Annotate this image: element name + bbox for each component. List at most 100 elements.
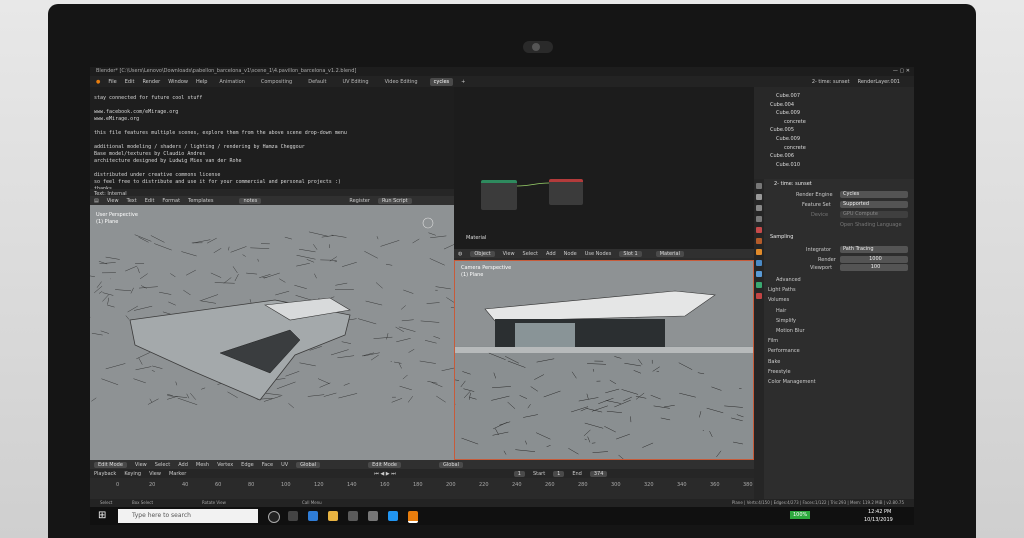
register-checkbox[interactable]: Register [349, 198, 370, 204]
panel-header[interactable]: Advanced [776, 277, 801, 283]
timeline-playback-menu[interactable]: Playback [94, 471, 116, 477]
windows-start-icon[interactable]: ⊞ [98, 510, 106, 521]
menu-edit[interactable]: Edit [125, 79, 135, 85]
device-dropdown[interactable]: GPU Compute [840, 211, 908, 218]
integrator-dropdown[interactable]: Path Tracing [840, 246, 908, 253]
tool-tab-icon[interactable] [756, 183, 762, 189]
end-frame-field[interactable]: 374 [589, 470, 608, 477]
viewport-camera-perspective[interactable]: Camera Perspective (1) Plane [454, 260, 754, 460]
tab-video-editing[interactable]: Video Editing [381, 78, 422, 86]
tab-uv-editing[interactable]: UV Editing [339, 78, 373, 86]
view3d-menu-mesh[interactable]: Mesh [196, 462, 209, 468]
current-frame-field[interactable]: 1 [513, 470, 525, 477]
panel-header[interactable]: Simplify [776, 318, 796, 324]
start-frame-field[interactable]: 1 [553, 470, 565, 477]
menu-render[interactable]: Render [142, 79, 160, 85]
panel-header[interactable]: Bake [768, 359, 780, 365]
view3d-menu-select[interactable]: Select [155, 462, 170, 468]
store-icon[interactable] [348, 511, 358, 521]
outliner-item[interactable]: Cube.009 [776, 136, 800, 142]
clock-time[interactable]: 12:42 PM [868, 509, 891, 515]
particles-tab-icon[interactable] [756, 271, 762, 277]
tab-animation[interactable]: Animation [215, 78, 249, 86]
slot-dropdown[interactable]: Slot 1 [619, 250, 642, 257]
navigation-gizmo-icon[interactable] [422, 217, 434, 229]
task-view-icon[interactable] [288, 511, 298, 521]
use-nodes-checkbox[interactable]: Use Nodes [585, 251, 612, 257]
panel-header[interactable]: Film [768, 338, 778, 344]
text-menu-templates[interactable]: Templates [188, 198, 213, 204]
render-samples-field[interactable]: 1000 [840, 256, 908, 263]
viewport-samples-field[interactable]: 100 [840, 264, 908, 271]
panel-header[interactable]: Performance [768, 348, 800, 354]
file-explorer-icon[interactable] [328, 511, 338, 521]
modifier-tab-icon[interactable] [756, 260, 762, 266]
node-menu-node[interactable]: Node [564, 251, 577, 257]
tab-cycles[interactable]: cycles [429, 77, 454, 86]
mail-icon[interactable] [368, 511, 378, 521]
render-tab-icon[interactable] [756, 194, 762, 200]
view3d-menu-view[interactable]: View [135, 462, 147, 468]
app-blue-icon[interactable] [388, 511, 398, 521]
menu-help[interactable]: Help [196, 79, 207, 85]
outliner-item[interactable]: Cube.007 [776, 93, 800, 99]
taskbar-search-box[interactable]: Type here to search [118, 509, 258, 523]
text-datablock-field[interactable]: notes [239, 197, 262, 204]
add-workspace-icon[interactable]: + [461, 79, 465, 85]
mode-dropdown[interactable]: Edit Mode [94, 461, 127, 468]
menu-file[interactable]: File [108, 79, 116, 85]
sampling-panel-header[interactable]: Sampling [770, 234, 793, 240]
timeline-keying-menu[interactable]: Keying [124, 471, 141, 477]
text-editor[interactable]: stay connected for future cool stuff www.… [90, 87, 454, 192]
editor-type-icon[interactable]: ▤ [94, 198, 99, 204]
right-mode-dropdown[interactable]: Edit Mode [368, 461, 402, 468]
view3d-menu-vertex[interactable]: Vertex [217, 462, 233, 468]
output-tab-icon[interactable] [756, 205, 762, 211]
osl-checkbox[interactable]: Open Shading Language [840, 222, 902, 228]
outliner-item[interactable]: Cube.004 [770, 102, 794, 108]
scene-selector[interactable]: 2- time: sunset [812, 79, 850, 85]
view3d-menu-uv[interactable]: UV [281, 462, 288, 468]
panel-header[interactable]: Light Paths [768, 287, 796, 293]
data-tab-icon[interactable] [756, 282, 762, 288]
node-editor-type-icon[interactable]: ◍ [458, 251, 462, 257]
panel-header[interactable]: Volumes [768, 297, 789, 303]
feature-set-dropdown[interactable]: Supported [840, 201, 908, 208]
node-menu-add[interactable]: Add [546, 251, 556, 257]
menu-window[interactable]: Window [168, 79, 188, 85]
timeline-ruler[interactable]: 0 20 40 60 80 100 120 140 160 180 200 220 240 260 280 3… [90, 480, 754, 499]
panel-header[interactable]: Freestyle [768, 369, 791, 375]
panel-header[interactable]: Hair [776, 308, 786, 314]
text-menu-edit[interactable]: Edit [145, 198, 155, 204]
render-engine-dropdown[interactable]: Cycles [840, 191, 908, 198]
panel-header[interactable]: Motion Blur [776, 328, 805, 334]
scene-tab-icon[interactable] [756, 227, 762, 233]
blender-taskbar-icon[interactable] [408, 511, 418, 523]
tab-default[interactable]: Default [304, 78, 330, 86]
playback-controls[interactable]: ⏮ ◀ ▶ ⏭ [374, 471, 395, 477]
window-controls[interactable]: — ▢ ✕ [893, 67, 910, 76]
view3d-menu-edge[interactable]: Edge [241, 462, 254, 468]
text-menu-text[interactable]: Text [127, 198, 137, 204]
edge-browser-icon[interactable] [308, 511, 318, 521]
panel-header[interactable]: Color Management [768, 379, 816, 385]
outliner-item[interactable]: Cube.009 [776, 110, 800, 116]
battery-indicator[interactable]: 100% [790, 511, 811, 519]
tab-compositing[interactable]: Compositing [257, 78, 296, 86]
blender-logo-icon[interactable]: ● [96, 79, 100, 85]
material-tab-icon[interactable] [756, 293, 762, 299]
outliner-item[interactable]: Cube.010 [776, 162, 800, 168]
object-tab-icon[interactable] [756, 249, 762, 255]
outliner-item[interactable]: Cube.006 [770, 153, 794, 159]
outliner[interactable]: Cube.007 Cube.004 Cube.009 concrete Cube.005… [754, 87, 914, 179]
timeline-view-menu[interactable]: View [149, 471, 161, 477]
view3d-menu-add[interactable]: Add [178, 462, 188, 468]
clock-date[interactable]: 10/13/2019 [864, 517, 893, 523]
world-tab-icon[interactable] [756, 238, 762, 244]
material-field[interactable]: Material [655, 250, 684, 257]
outliner-item[interactable]: concrete [784, 145, 806, 151]
run-script-button[interactable]: Run Script [377, 197, 412, 204]
outliner-item[interactable]: Cube.005 [770, 127, 794, 133]
text-menu-view[interactable]: View [107, 198, 119, 204]
cortana-icon[interactable] [268, 511, 280, 523]
